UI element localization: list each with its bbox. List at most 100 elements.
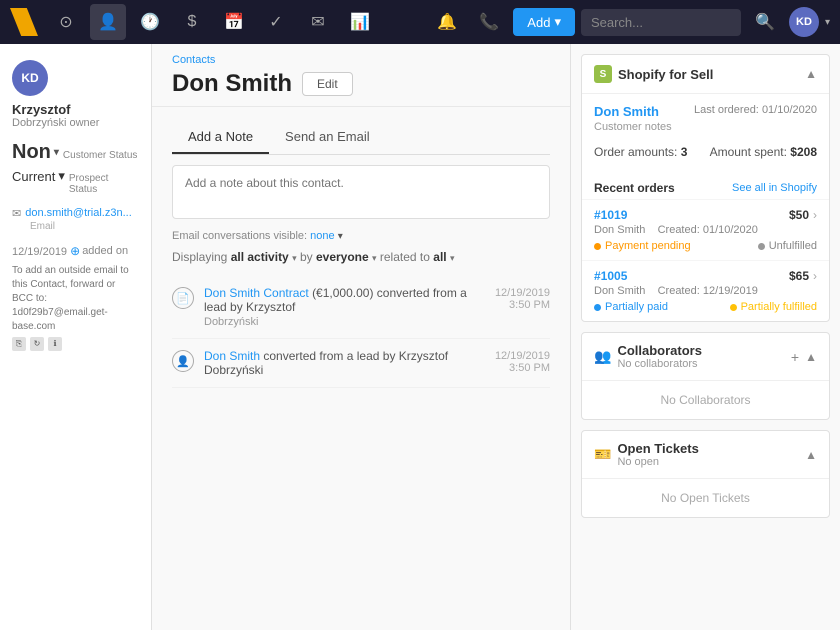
no-collaborators-message: No Collaborators [582, 381, 829, 419]
activity-link[interactable]: Don Smith Contract [204, 286, 309, 300]
email-row: ✉ don.smith@trial.z3n... [12, 207, 139, 220]
activity-body: Don Smith Contract (€1,000.00) converted… [204, 286, 485, 328]
fulfillment-status-label: Partially fulfilled [741, 301, 817, 313]
add-button[interactable]: Add ▾ [513, 8, 575, 36]
displaying-row: Displaying all activity ▾ by everyone ▾ … [172, 250, 550, 264]
tab-add-note[interactable]: Add a Note [172, 121, 269, 154]
page-title: Don Smith Edit [172, 70, 550, 98]
refresh-icon[interactable]: ↻ [30, 337, 44, 351]
reports-icon[interactable]: 📊 [342, 4, 378, 40]
shopify-order-amounts-row: Order amounts: 3 Amount spent: $208 [594, 141, 817, 163]
ticket-icon: 🎫 [594, 446, 611, 463]
avatar: KD [12, 60, 48, 96]
email-visible-chevron-icon[interactable]: ▾ [338, 231, 343, 242]
activity-time: 12/19/2019 3:50 PM [495, 287, 550, 328]
app-logo-icon[interactable] [10, 8, 38, 36]
prospect-status-value[interactable]: Current ▾ [12, 168, 65, 184]
email-visible-row: Email conversations visible: none ▾ [172, 230, 550, 242]
left-sidebar: KD Krzysztof Dobrzyński owner Non ▾ Cust… [0, 44, 152, 630]
contacts-icon[interactable]: 👤 [90, 4, 126, 40]
collaborators-card: 👥 Collaborators No collaborators + ▲ No … [581, 332, 830, 420]
bell-icon[interactable]: 🔔 [429, 4, 465, 40]
filter-what-chevron-icon[interactable]: ▾ [450, 253, 455, 263]
phone-icon[interactable]: 📞 [471, 4, 507, 40]
activity-document-icon: 📄 [172, 287, 194, 309]
order-chevron-icon[interactable]: › [813, 269, 817, 283]
collaborators-subtitle: No collaborators [617, 358, 702, 370]
customer-status-label: Customer Status [63, 150, 137, 161]
customer-status-chevron-icon[interactable]: ▾ [54, 147, 59, 158]
no-tickets-message: No Open Tickets [582, 479, 829, 517]
tab-send-email[interactable]: Send an Email [269, 121, 386, 154]
info-icon[interactable]: ℹ [48, 337, 62, 351]
order-item[interactable]: #1019 $50 › Don Smith Created: 01/10/202… [582, 199, 829, 260]
ticket-title-group: Open Tickets No open [617, 441, 698, 468]
collab-header: 👥 Collaborators No collaborators [594, 343, 702, 370]
order-statuses: Partially paid Partially fulfilled [594, 301, 817, 313]
order-amount: $50 [789, 208, 809, 222]
open-tickets-collapse-icon[interactable]: ▲ [805, 448, 817, 462]
calendar-icon[interactable]: 📅 [216, 4, 252, 40]
billing-icon[interactable]: $ [174, 4, 210, 40]
payment-status: Partially paid [594, 301, 668, 313]
see-all-link[interactable]: See all in Shopify [732, 182, 817, 194]
fulfillment-status-label: Unfulfilled [769, 240, 817, 252]
avatar[interactable]: KD [789, 7, 819, 37]
order-item[interactable]: #1005 $65 › Don Smith Created: 12/19/201… [582, 260, 829, 321]
search-icon[interactable]: 🔍 [747, 4, 783, 40]
payment-status-label: Partially paid [605, 301, 668, 313]
shopify-card: S Shopify for Sell ▲ Don Smith Customer … [581, 54, 830, 322]
order-row-top: #1005 $65 › [594, 269, 817, 283]
breadcrumb[interactable]: Contacts [172, 54, 550, 66]
payment-status-dot [594, 304, 601, 311]
prospect-label: Prospect Status [69, 173, 139, 195]
email-label: Email [12, 221, 139, 232]
activity-area: Add a Note Send an Email Email conversat… [152, 107, 570, 402]
shopify-icon: S [594, 65, 612, 83]
note-input[interactable] [172, 165, 550, 219]
collaborators-collapse-icon[interactable]: ▲ [805, 350, 817, 364]
customer-status-value[interactable]: Non ▾ [12, 141, 59, 164]
order-id[interactable]: #1019 [594, 208, 627, 222]
account-chevron-icon[interactable]: ▾ [825, 17, 830, 28]
collaborators-card-header: 👥 Collaborators No collaborators + ▲ [582, 333, 829, 381]
dashboard-icon[interactable]: ⊙ [48, 4, 84, 40]
search-input[interactable] [581, 9, 741, 36]
chevron-down-icon: ▾ [554, 14, 561, 30]
filter-chevron-icon[interactable]: ▾ [292, 253, 297, 263]
edit-button[interactable]: Edit [302, 72, 353, 96]
activity-link[interactable]: Don Smith [204, 349, 260, 363]
filter-what[interactable]: all [433, 250, 446, 264]
recent-orders-title: Recent orders [594, 181, 675, 195]
order-customer: Don Smith Created: 01/10/2020 [594, 224, 817, 236]
order-chevron-icon[interactable]: › [813, 208, 817, 222]
email-field-icon: ✉ [12, 207, 21, 220]
tasks-icon[interactable]: ✓ [258, 4, 294, 40]
activity-item: 📄 Don Smith Contract (€1,000.00) convert… [172, 276, 550, 339]
copy-icon[interactable]: ⎘ [12, 337, 26, 351]
fulfillment-status: Unfulfilled [758, 240, 817, 252]
filter-who-chevron-icon[interactable]: ▾ [372, 253, 377, 263]
shopify-contact-name[interactable]: Don Smith [594, 104, 672, 119]
email-icon[interactable]: ✉ [300, 4, 336, 40]
owner-name: Krzysztof [12, 102, 139, 117]
shopify-collapse-icon[interactable]: ▲ [805, 67, 817, 81]
order-customer: Don Smith Created: 12/19/2019 [594, 285, 817, 297]
note-tabs: Add a Note Send an Email [172, 121, 550, 155]
order-id[interactable]: #1005 [594, 269, 627, 283]
email-visible-dropdown[interactable]: none [310, 230, 334, 242]
activity-time: 12/19/2019 3:50 PM [495, 350, 550, 377]
filter-activity[interactable]: all activity [231, 250, 289, 264]
activity-item: 👤 Don Smith converted from a lead by Krz… [172, 339, 550, 388]
payment-status-dot [594, 243, 601, 250]
prospect-chevron-icon[interactable]: ▾ [58, 168, 65, 184]
open-tickets-card-header: 🎫 Open Tickets No open ▲ [582, 431, 829, 479]
history-icon[interactable]: 🕐 [132, 4, 168, 40]
collaborators-icon: 👥 [594, 348, 611, 365]
top-navigation: ⊙ 👤 🕐 $ 📅 ✓ ✉ 📊 🔔 📞 Add ▾ 🔍 KD ▾ [0, 0, 840, 44]
order-amounts-label: Order amounts: 3 [594, 145, 687, 159]
shopify-card-body: Don Smith Customer notes Last ordered: 0… [582, 94, 829, 173]
order-row-top: #1019 $50 › [594, 208, 817, 222]
filter-who[interactable]: everyone [316, 250, 369, 264]
add-collaborator-icon[interactable]: + [791, 349, 799, 365]
